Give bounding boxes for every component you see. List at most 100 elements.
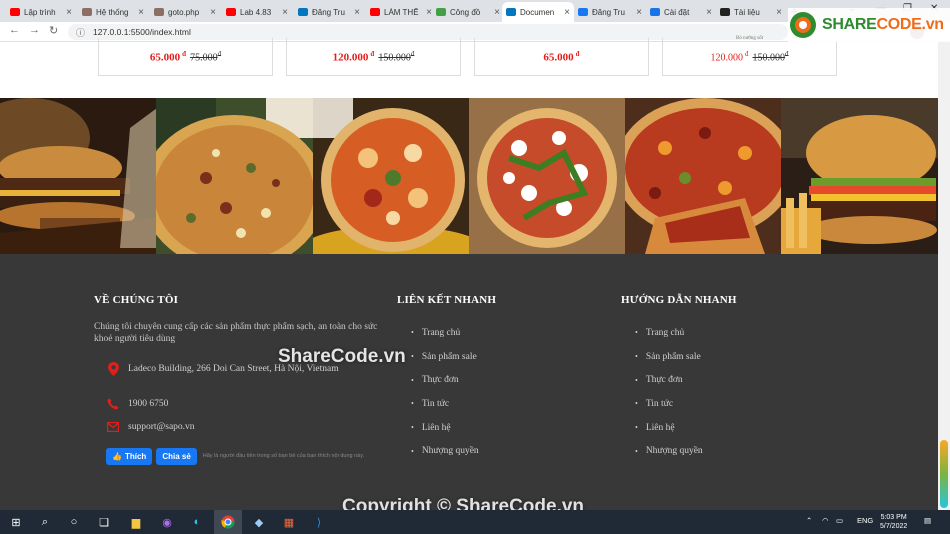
guide-link-news[interactable]: Tin tức <box>635 392 703 416</box>
browser-tab[interactable]: Tài liệu × <box>716 2 786 22</box>
browser-tab[interactable]: Lab 4.83 × <box>222 2 292 22</box>
tab-title: Documen <box>520 7 555 17</box>
quick-link-franchise[interactable]: Nhượng quyền <box>411 439 479 463</box>
quick-link-menu[interactable]: Thực đơn <box>411 368 479 392</box>
product-price: 65.000 đ <box>543 49 580 64</box>
browser-tab[interactable]: Documen × <box>502 2 574 22</box>
product-card[interactable]: Bò nướng sốt 120.000 đ 150.000đ <box>662 36 837 76</box>
guide-link-franchise[interactable]: Nhượng quyền <box>635 439 703 463</box>
pizza-photo-4[interactable] <box>625 98 782 254</box>
page-icon <box>154 8 164 16</box>
scrollbar-thumb[interactable] <box>940 440 948 508</box>
product-price: 120.000 đ <box>710 49 749 64</box>
product-price: 65.000 đ <box>149 49 187 64</box>
wifi-icon[interactable]: ◠ <box>822 516 829 525</box>
pizza-photo-2[interactable] <box>312 98 469 254</box>
envelope-icon <box>106 421 120 433</box>
tab-close-icon[interactable]: × <box>210 7 216 18</box>
tab-close-icon[interactable]: × <box>282 7 288 18</box>
app-cube-icon[interactable]: ◆ <box>251 514 267 530</box>
media-app-icon[interactable]: ◉ <box>159 514 175 530</box>
app-icon <box>298 8 308 16</box>
cortana-icon[interactable]: ○ <box>66 514 82 530</box>
food-gallery <box>0 98 938 254</box>
forward-icon[interactable]: → <box>29 24 40 36</box>
sharecode-logo: SHARECODE.vn <box>788 8 950 42</box>
clock-time: 5:03 PM <box>880 514 907 521</box>
gear-icon <box>650 8 660 16</box>
pizza-photo-1[interactable] <box>156 98 313 254</box>
quick-link-home[interactable]: Trang chủ <box>411 321 479 345</box>
phone-link[interactable]: 1900 6750 <box>128 399 168 409</box>
back-icon[interactable]: ← <box>9 24 20 36</box>
page-icon <box>82 8 92 16</box>
file-explorer-icon[interactable]: ▆ <box>128 514 144 530</box>
burger-photo-2[interactable] <box>781 98 938 254</box>
guide-link-menu[interactable]: Thực đơn <box>635 368 703 392</box>
tab-close-icon[interactable]: × <box>776 7 782 18</box>
tab-close-icon[interactable]: × <box>66 7 72 18</box>
browser-tab[interactable]: Đăng Tru × <box>294 2 364 22</box>
windows-taskbar: ⊞ ⌕ ○ ❏ ▆ ◉ ◐ ◆ ▦ ⟩ ⌃ ◠ ▭ ENG 5:03 PM 5/… <box>0 510 950 534</box>
pizza-photo-3[interactable] <box>468 98 626 254</box>
tray-chevron-icon[interactable]: ⌃ <box>806 516 812 525</box>
keyboard-icon[interactable]: ▭ <box>836 516 843 525</box>
site-info-icon[interactable]: ⓘ <box>76 26 85 39</box>
chrome-taskbar-icon[interactable] <box>214 510 242 534</box>
tab-close-icon[interactable]: × <box>494 7 500 18</box>
browser-tab[interactable]: Lập trình × <box>6 2 76 22</box>
product-old-price: 75.000đ <box>190 49 222 64</box>
language-indicator[interactable]: ENG <box>857 516 873 525</box>
reload-icon[interactable]: ↻ <box>49 24 58 37</box>
windows-start-icon[interactable]: ⊞ <box>8 514 24 530</box>
facebook-like-note: Hãy là người đầu tiên trong số bạn bè củ… <box>202 453 365 459</box>
browser-tab[interactable]: Đăng Tru × <box>574 2 646 22</box>
tab-close-icon[interactable]: × <box>706 7 712 18</box>
product-card[interactable]: 65.000 đ 75.000đ <box>98 38 273 76</box>
browser-tab[interactable]: Cài đặt × <box>646 2 716 22</box>
tab-title: Đăng Tru <box>312 7 345 17</box>
tab-close-icon[interactable]: × <box>138 7 144 18</box>
browser-tab[interactable]: Công đồ × <box>432 2 504 22</box>
quick-link-sale[interactable]: Sản phẩm sale <box>411 345 479 369</box>
edge-icon[interactable]: ◐ <box>189 514 205 530</box>
guide-link-home[interactable]: Trang chủ <box>635 321 703 345</box>
location-pin-icon <box>106 362 120 376</box>
youtube-icon <box>226 8 236 16</box>
winrar-icon[interactable]: ▦ <box>281 514 297 530</box>
quick-links-heading: LIÊN KẾT NHANH <box>397 294 497 306</box>
about-text: Chúng tôi chuyên cung cấp các sản phẩm t… <box>94 322 378 344</box>
task-view-icon[interactable]: ❏ <box>96 514 112 530</box>
tab-close-icon[interactable]: × <box>636 7 642 18</box>
leaf-icon <box>436 8 446 16</box>
tab-title: Lab 4.83 <box>240 7 272 17</box>
system-clock[interactable]: 5:03 PM 5/7/2022 <box>880 513 907 531</box>
quick-guide-list: Trang chủ Sản phẩm sale Thực đơn Tin tức… <box>635 321 703 463</box>
browser-tab[interactable]: LÀM THẾ × <box>366 2 436 22</box>
product-card[interactable]: 65.000 đ <box>474 38 649 76</box>
burger-photo[interactable] <box>0 98 157 254</box>
guide-link-contact[interactable]: Liên hệ <box>635 416 703 440</box>
browser-tab[interactable]: Hệ thống × <box>78 2 148 22</box>
tab-title: Cài đặt <box>664 7 690 17</box>
tab-close-icon[interactable]: × <box>564 7 570 18</box>
guide-link-sale[interactable]: Sản phẩm sale <box>635 345 703 369</box>
product-price: 120.000 đ <box>332 49 375 64</box>
facebook-like-button[interactable]: 👍 Thích <box>106 448 153 465</box>
search-icon[interactable]: ⌕ <box>37 514 53 530</box>
notification-icon[interactable]: ▤ <box>924 516 931 525</box>
browser-tab[interactable]: goto.php × <box>150 2 220 22</box>
about-heading: VỀ CHÚNG TÔI <box>94 294 179 306</box>
facebook-share-button[interactable]: Chia sẻ <box>156 448 197 465</box>
tab-title: Công đồ <box>450 7 481 17</box>
product-grid-bottom: 65.000 đ 75.000đ 120.000 đ 150.000đ 65.000… <box>0 36 950 98</box>
youtube-icon <box>10 8 20 16</box>
tab-close-icon[interactable]: × <box>354 7 360 18</box>
url-text: 127.0.0.1:5500/index.html <box>93 27 191 37</box>
product-card[interactable]: 120.000 đ 150.000đ <box>286 38 461 76</box>
tab-title: LÀM THẾ <box>384 7 419 17</box>
quick-link-news[interactable]: Tin tức <box>411 392 479 416</box>
email-link[interactable]: support@sapo.vn <box>128 422 195 432</box>
vscode-icon[interactable]: ⟩ <box>311 514 327 530</box>
quick-link-contact[interactable]: Liên hệ <box>411 416 479 440</box>
